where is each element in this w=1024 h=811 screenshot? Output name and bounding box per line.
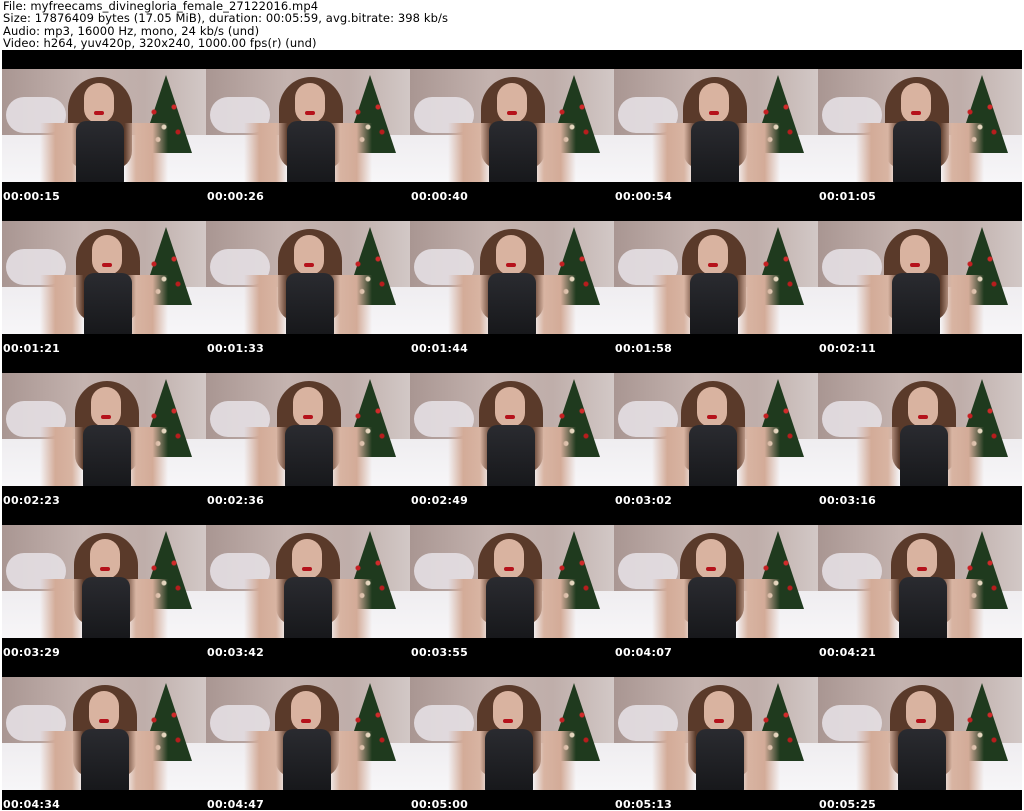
video-frame-image <box>614 221 818 334</box>
thumbnail-cell: 00:00:40 <box>410 50 614 203</box>
thumbnail-cell: 00:02:49 <box>410 354 614 507</box>
thumbnail-cell: 00:01:21 <box>2 202 206 355</box>
video-frame-image <box>614 373 818 486</box>
file-info-header: File: myfreecams_divinegloria_female_271… <box>3 0 1021 50</box>
thumbnail-cell: 00:05:00 <box>410 658 614 811</box>
video-frame-image <box>614 525 818 638</box>
video-frame-image <box>410 69 614 182</box>
video-frame-image <box>614 677 818 790</box>
video-frame-image <box>410 525 614 638</box>
video-frame-image <box>2 221 206 334</box>
video-frame-image <box>818 525 1022 638</box>
timestamp-label: 00:04:34 <box>3 798 61 811</box>
thumbnail-cell: 00:02:23 <box>2 354 206 507</box>
video-frame-image <box>410 221 614 334</box>
video-frame-image <box>818 677 1022 790</box>
thumbnail-cell: 00:00:15 <box>2 50 206 203</box>
thumbnail-cell: 00:00:26 <box>206 50 410 203</box>
video-frame-image <box>818 69 1022 182</box>
thumbnail-cell: 00:05:25 <box>818 658 1022 811</box>
thumbnail-cell: 00:04:34 <box>2 658 206 811</box>
thumbnail-cell: 00:02:11 <box>818 202 1022 355</box>
video-frame-image <box>206 69 410 182</box>
video-frame-image <box>206 221 410 334</box>
video-frame-image <box>2 525 206 638</box>
thumbnail-cell: 00:04:47 <box>206 658 410 811</box>
video-frame-image <box>2 373 206 486</box>
thumbnail-cell: 00:04:21 <box>818 506 1022 659</box>
video-frame-image <box>206 677 410 790</box>
thumbnail-grid: 00:00:15 00:00:26 00:00:40 00:00:54 00:01:05… <box>2 50 1022 811</box>
thumbnail-cell: 00:03:02 <box>614 354 818 507</box>
video-frame-image <box>410 677 614 790</box>
file-size-line: Size: 17876409 bytes (17.05 MiB), durati… <box>3 11 449 26</box>
thumbnail-cell: 00:03:16 <box>818 354 1022 507</box>
timestamp-label: 00:05:13 <box>615 798 673 811</box>
video-frame-image <box>818 373 1022 486</box>
timestamp-label: 00:05:00 <box>411 798 469 811</box>
video-info-line: Video: h264, yuv420p, 320x240, 1000.00 f… <box>3 35 317 50</box>
thumbnail-cell: 00:03:29 <box>2 506 206 659</box>
video-frame-image <box>2 69 206 182</box>
thumbnail-cell: 00:04:07 <box>614 506 818 659</box>
thumbnail-cell: 00:01:58 <box>614 202 818 355</box>
timestamp-label: 00:04:47 <box>207 798 265 811</box>
timestamp-label: 00:05:25 <box>819 798 877 811</box>
video-frame-image <box>818 221 1022 334</box>
thumbnail-cell: 00:00:54 <box>614 50 818 203</box>
thumbnail-cell: 00:02:36 <box>206 354 410 507</box>
video-frame-image <box>2 677 206 790</box>
thumbnail-cell: 00:03:42 <box>206 506 410 659</box>
video-frame-image <box>206 373 410 486</box>
thumbnail-cell: 00:01:44 <box>410 202 614 355</box>
thumbnail-cell: 00:01:05 <box>818 50 1022 203</box>
video-frame-image <box>614 69 818 182</box>
thumbnail-cell: 00:01:33 <box>206 202 410 355</box>
video-frame-image <box>410 373 614 486</box>
thumbnail-cell: 00:05:13 <box>614 658 818 811</box>
video-frame-image <box>206 525 410 638</box>
thumbnail-cell: 00:03:55 <box>410 506 614 659</box>
